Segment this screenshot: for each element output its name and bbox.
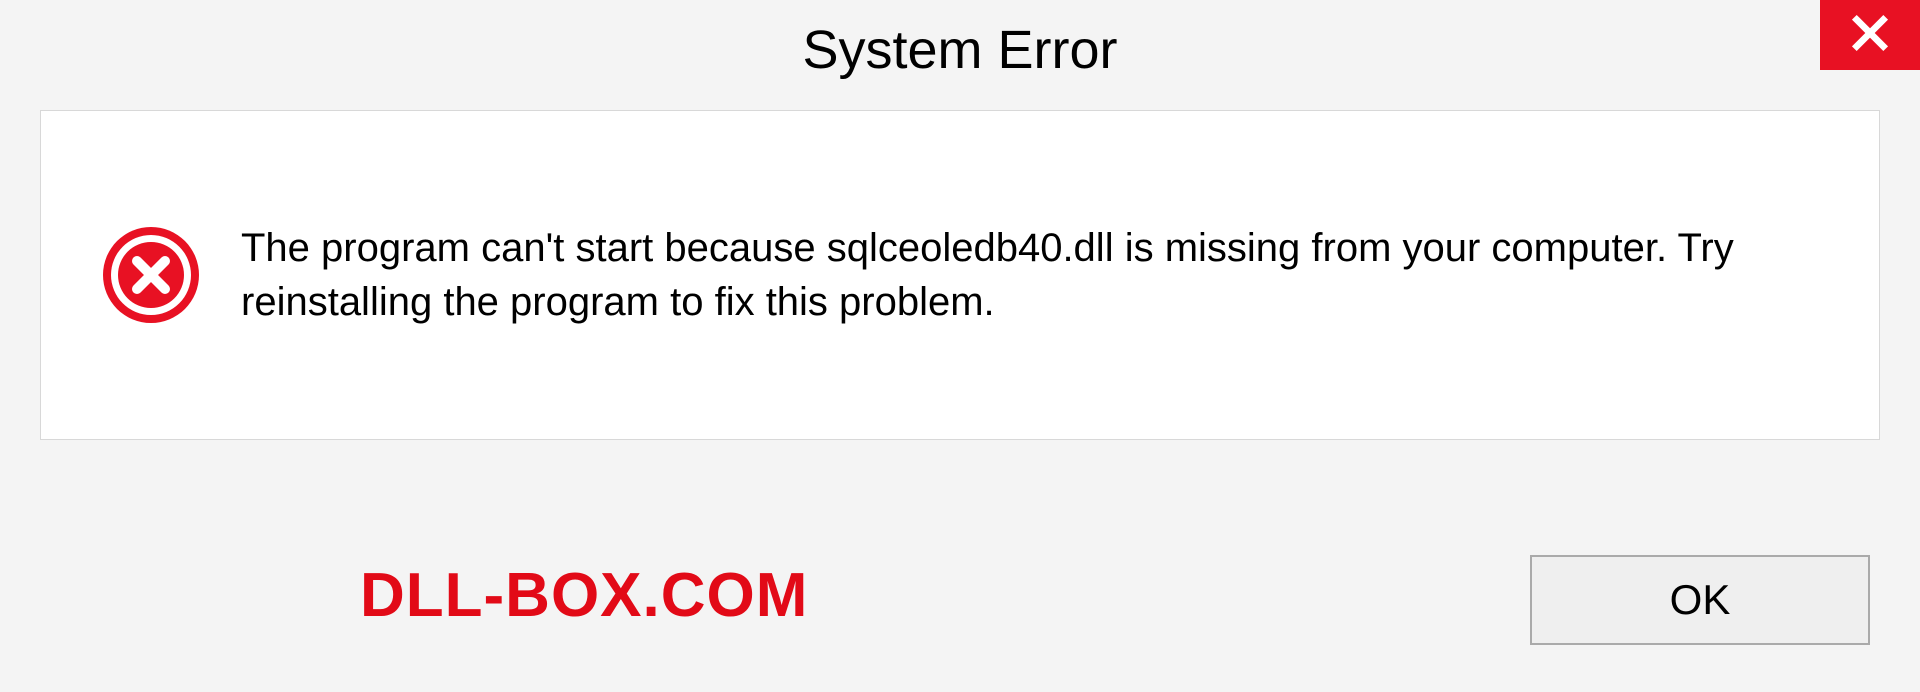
dialog-title: System Error <box>802 19 1117 81</box>
error-icon <box>101 225 201 325</box>
dialog-content: The program can't start because sqlceole… <box>40 110 1880 440</box>
ok-button[interactable]: OK <box>1530 555 1870 645</box>
watermark-text: DLL-BOX.COM <box>360 560 808 631</box>
close-button[interactable] <box>1820 0 1920 70</box>
ok-button-label: OK <box>1670 576 1731 624</box>
close-icon <box>1850 13 1890 58</box>
title-bar: System Error <box>0 0 1920 100</box>
error-message: The program can't start because sqlceole… <box>241 221 1819 329</box>
dialog-footer: DLL-BOX.COM OK <box>0 440 1920 670</box>
